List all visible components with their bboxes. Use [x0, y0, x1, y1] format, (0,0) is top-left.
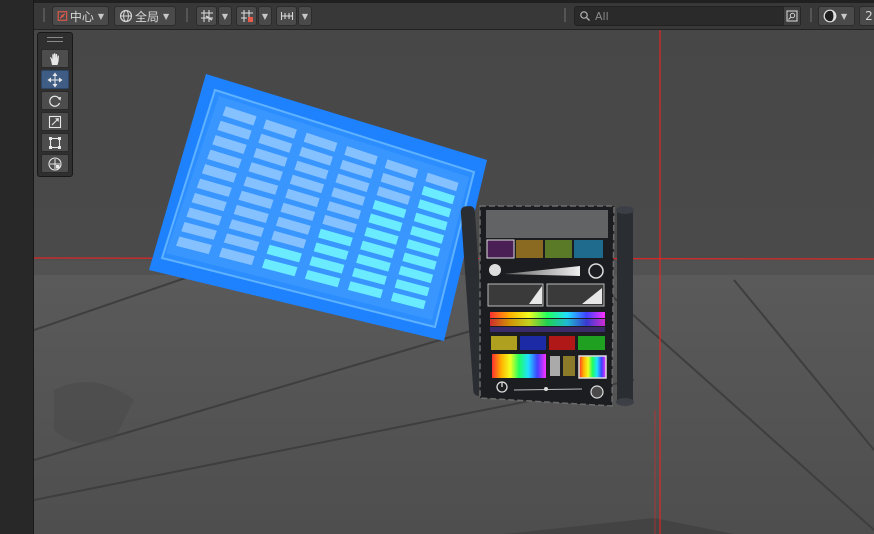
toolbar-grip[interactable] — [43, 8, 45, 22]
scale-tool-button[interactable] — [41, 112, 69, 131]
pivot-mode-label: 中心 — [69, 9, 94, 24]
increment-snap-dropdown[interactable]: ▼ — [258, 6, 272, 26]
move-tool-button[interactable] — [41, 70, 69, 89]
grid-snap-dropdown[interactable]: ▼ — [218, 6, 232, 26]
scene-editor: 中心 ▼ 全局 ▼ ▼ ▼ ▼ All ▼ 2 — [0, 0, 874, 534]
handle-rotation-label: 全局 — [135, 9, 160, 24]
ruler-icon — [280, 12, 293, 20]
chevron-down-icon: ▼ — [261, 11, 269, 21]
grid-snap-button[interactable] — [196, 6, 217, 26]
transform-icon — [48, 156, 62, 171]
globe-icon — [119, 9, 133, 23]
search-input[interactable] — [595, 8, 781, 24]
chevron-down-icon: ▼ — [301, 11, 309, 21]
overflow-label: 2 — [865, 9, 873, 23]
chevron-down-icon: ▼ — [221, 11, 229, 21]
chevron-down-icon: ▼ — [163, 11, 170, 21]
increment-snap-icon — [240, 10, 253, 22]
rotate-icon — [49, 95, 61, 107]
hand-icon — [50, 52, 59, 65]
align-button[interactable] — [276, 6, 297, 26]
control-device — [460, 205, 634, 407]
scene-viewport[interactable] — [34, 30, 874, 534]
pivot-mode-dropdown[interactable]: 中心 ▼ — [52, 6, 109, 26]
shading-sphere-icon — [823, 9, 837, 23]
floor-plane — [34, 275, 874, 534]
draw-mode-dropdown[interactable]: ▼ — [818, 6, 855, 26]
search-window-icon — [786, 10, 798, 22]
align-dropdown[interactable]: ▼ — [298, 6, 312, 26]
settings-icon — [590, 385, 604, 399]
search-icon — [580, 11, 590, 21]
rect-tool-button[interactable] — [41, 133, 69, 152]
scene-render — [34, 30, 874, 534]
left-panel-edge — [0, 0, 34, 534]
chevron-down-icon: ▼ — [97, 11, 104, 21]
scene-toolbar: 中心 ▼ 全局 ▼ ▼ ▼ ▼ All ▼ 2 — [34, 0, 874, 30]
grid-snap-icon — [200, 10, 213, 22]
overflow-button[interactable]: 2 — [859, 6, 874, 26]
scene-search-field[interactable] — [574, 6, 788, 26]
transform-tool-button[interactable] — [41, 154, 69, 173]
scale-icon — [48, 115, 62, 128]
chevron-down-icon: ▼ — [841, 11, 848, 21]
pivot-icon — [57, 11, 68, 21]
move-icon — [47, 72, 63, 87]
handle-rotation-dropdown[interactable]: 全局 ▼ — [114, 6, 176, 26]
palette-grip[interactable] — [47, 37, 63, 42]
rotate-tool-button[interactable] — [41, 91, 69, 110]
hand-tool-button[interactable] — [41, 49, 69, 68]
increment-snap-button[interactable] — [236, 6, 257, 26]
search-options-button[interactable] — [783, 6, 801, 26]
rect-transform-icon — [49, 136, 61, 149]
transform-tool-palette — [37, 32, 73, 177]
